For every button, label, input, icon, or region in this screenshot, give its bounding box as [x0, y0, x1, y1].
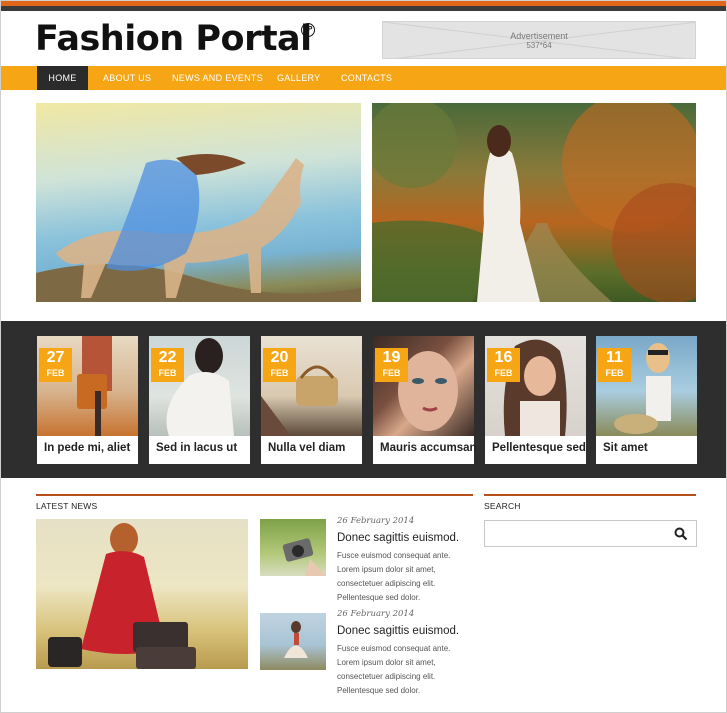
- ad-size: 537*64: [526, 41, 552, 50]
- news-thumbnail-girl[interactable]: [260, 613, 326, 670]
- date-badge: 22 FEB: [151, 348, 184, 382]
- advertisement-banner[interactable]: Advertisement 537*64: [382, 21, 696, 59]
- featured-title: Pellentesque sed: [492, 442, 586, 454]
- news-item: 26 February 2014 Donec sagittis euismod.…: [337, 516, 473, 605]
- news-thumbnail-camera[interactable]: [260, 519, 326, 576]
- search-input[interactable]: [485, 521, 665, 546]
- news-date: 26 February 2014: [337, 516, 415, 526]
- date-badge: 11 FEB: [598, 348, 631, 382]
- featured-title: Sed in lacus ut: [156, 442, 238, 454]
- nav-about-us[interactable]: ABOUT US: [103, 66, 151, 90]
- latest-news-heading: LATEST NEWS: [36, 494, 473, 512]
- hero-image-horse[interactable]: [36, 103, 361, 302]
- ad-label: Advertisement: [510, 31, 568, 41]
- news-title-link[interactable]: Donec sagittis euismod.: [337, 625, 473, 637]
- page: Fashion Portal FP Advertisement 537*64 H…: [0, 0, 727, 713]
- news-excerpt: Fusce euismod consequat ante. Lorem ipsu…: [337, 644, 451, 695]
- featured-card[interactable]: 16 FEB Pellentesque sed: [485, 336, 586, 464]
- latest-news-main-image[interactable]: [36, 519, 248, 669]
- woman-with-suitcases-illustration: [48, 523, 196, 669]
- featured-card[interactable]: 19 FEB Mauris accumsan: [373, 336, 477, 464]
- hero-image-bride[interactable]: [372, 103, 696, 302]
- news-excerpt: Fusce euismod consequat ante. Lorem ipsu…: [337, 551, 451, 602]
- search-box: [484, 520, 697, 547]
- bride-scene-illustration: [372, 103, 696, 302]
- featured-title: Mauris accumsan: [380, 442, 477, 454]
- date-badge: 16 FEB: [487, 348, 520, 382]
- site-logo[interactable]: Fashion Portal: [35, 19, 312, 59]
- horse-scene-illustration: [36, 154, 361, 302]
- featured-title: In pede mi, aliet: [44, 442, 131, 454]
- news-title-link[interactable]: Donec sagittis euismod.: [337, 532, 473, 544]
- featured-card[interactable]: 20 FEB Nulla vel diam: [261, 336, 362, 464]
- main-nav: HOME ABOUT US NEWS AND EVENTS GALLERY CO…: [1, 66, 726, 90]
- nav-home[interactable]: HOME: [37, 66, 88, 90]
- featured-card[interactable]: 22 FEB Sed in lacus ut: [149, 336, 250, 464]
- search-icon[interactable]: [674, 527, 688, 541]
- featured-title: Nulla vel diam: [268, 442, 346, 454]
- nav-news-and-events[interactable]: NEWS AND EVENTS: [172, 66, 263, 90]
- news-date: 26 February 2014: [337, 609, 415, 619]
- news-item: 26 February 2014 Donec sagittis euismod.…: [337, 609, 473, 698]
- nav-gallery[interactable]: GALLERY: [277, 66, 320, 90]
- date-badge: 27 FEB: [39, 348, 72, 382]
- logo-mark-icon: FP: [301, 23, 315, 37]
- top-accent-bar: [1, 1, 726, 11]
- nav-contacts[interactable]: CONTACTS: [341, 66, 392, 90]
- date-badge: 20 FEB: [263, 348, 296, 382]
- featured-title: Sit amet: [603, 442, 648, 454]
- date-badge: 19 FEB: [375, 348, 408, 382]
- featured-card[interactable]: 27 FEB In pede mi, aliet: [37, 336, 138, 464]
- featured-card[interactable]: 11 FEB Sit amet: [596, 336, 697, 464]
- search-heading: SEARCH: [484, 494, 696, 512]
